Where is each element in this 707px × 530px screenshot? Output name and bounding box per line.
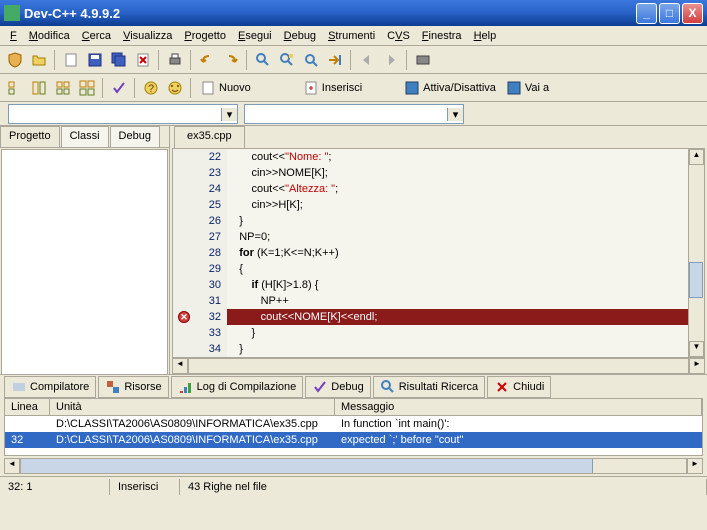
nav-back-icon[interactable] [356,49,378,71]
tab-debug-bottom[interactable]: Debug [305,376,370,398]
view-1-icon[interactable] [4,77,26,99]
dropdown-2[interactable]: ▾ [244,104,464,124]
bottom-horizontal-scrollbar[interactable]: ◄ ► [4,458,703,474]
vai-a-button[interactable]: Vai a [502,78,553,98]
titlebar: Dev-C++ 4.9.9.2 _ □ X [0,0,707,26]
scroll-up-icon[interactable]: ▲ [689,149,704,165]
close-button[interactable]: X [682,3,703,24]
window-title: Dev-C++ 4.9.9.2 [24,6,634,21]
bottom-tabs: Compilatore Risorse Log di Compilazione … [0,374,707,398]
print-icon[interactable] [164,49,186,71]
undo-icon[interactable] [196,49,218,71]
menu-view[interactable]: Visualizza [117,28,178,44]
dropdown-1[interactable]: ▾ [8,104,238,124]
app-icon [4,5,20,21]
shield-icon[interactable] [4,49,26,71]
scroll-left-icon[interactable]: ◄ [172,358,188,374]
col-unita[interactable]: Unità [50,399,335,415]
maximize-button[interactable]: □ [659,3,680,24]
scroll-thumb[interactable] [21,459,593,473]
code-editor[interactable]: cout<<"Nome: "; cin>>NOME[K]; cout<<"Alt… [227,149,688,357]
chevron-down-icon: ▾ [447,108,463,121]
editor-area: ex35.cpp ✕ 22232425262728293031323334 co… [170,126,707,374]
goto-icon[interactable] [324,49,346,71]
find-icon[interactable] [252,49,274,71]
scroll-thumb[interactable] [689,262,703,298]
close-doc-icon[interactable] [132,49,154,71]
menu-cvs[interactable]: CVS [381,28,416,44]
compiler-header: Linea Unità Messaggio [5,399,702,416]
find-again-icon[interactable] [300,49,322,71]
view-2-icon[interactable] [28,77,50,99]
menu-file[interactable]: F [4,28,23,44]
editor-tab-file[interactable]: ex35.cpp [174,126,245,148]
save-icon[interactable] [84,49,106,71]
scroll-right-icon[interactable]: ► [687,458,703,474]
inserisci-button[interactable]: Inserisci [299,78,366,98]
tab-compilatore[interactable]: Compilatore [4,376,96,398]
compiler-output: Linea Unità Messaggio D:\CLASSI\TA2006\A… [4,398,703,456]
col-messaggio[interactable]: Messaggio [335,399,702,415]
error-marker-icon: ✕ [178,311,190,323]
view-4-icon[interactable] [76,77,98,99]
menu-debug[interactable]: Debug [278,28,322,44]
chevron-down-icon: ▾ [221,108,237,121]
tab-chiudi[interactable]: Chiudi [487,376,551,398]
compiler-row[interactable]: D:\CLASSI\TA2006\AS0809\INFORMATICA\ex35… [5,416,702,432]
redo-icon[interactable] [220,49,242,71]
tab-risultati[interactable]: Risultati Ricerca [373,376,485,398]
tab-progetto[interactable]: Progetto [0,126,60,147]
compiler-row[interactable]: 32D:\CLASSI\TA2006\AS0809\INFORMATICA\ex… [5,432,702,448]
dropdowns-row: ▾ ▾ [0,102,707,126]
menubar: F Modifica Cerca Visualizza Progetto Ese… [0,26,707,46]
status-mode: Inserisci [110,479,180,495]
tab-log[interactable]: Log di Compilazione [171,376,304,398]
scroll-down-icon[interactable]: ▼ [689,341,704,357]
toolbar-main [0,46,707,74]
help-icon[interactable]: ? [140,77,162,99]
scroll-left-icon[interactable]: ◄ [4,458,20,474]
nuovo-button[interactable]: Nuovo [196,78,255,98]
replace-icon[interactable] [276,49,298,71]
open-icon[interactable] [28,49,50,71]
menu-window[interactable]: Finestra [416,28,468,44]
line-number-gutter: 22232425262728293031323334 [195,149,227,357]
side-panel: Progetto Classi Debug [0,126,170,374]
minimize-button[interactable]: _ [636,3,657,24]
status-position: 32: 1 [0,479,110,495]
menu-run[interactable]: Esegui [232,28,278,44]
tab-debug-side[interactable]: Debug [110,126,160,147]
status-lines: 43 Righe nel file [180,479,707,495]
about-icon[interactable] [164,77,186,99]
tab-risorse[interactable]: Risorse [98,376,168,398]
toggle-icon[interactable] [412,49,434,71]
scroll-right-icon[interactable]: ► [689,358,705,374]
menu-search[interactable]: Cerca [76,28,117,44]
menu-tools[interactable]: Strumenti [322,28,381,44]
view-3-icon[interactable] [52,77,74,99]
svg-text:?: ? [148,83,154,95]
toolbar-secondary: ? Nuovo Inserisci Attiva/Disattiva Vai a [0,74,707,102]
horizontal-scrollbar[interactable]: ◄ ► [172,358,705,374]
col-linea[interactable]: Linea [5,399,50,415]
menu-help[interactable]: Help [468,28,503,44]
nav-fwd-icon[interactable] [380,49,402,71]
menu-edit[interactable]: Modifica [23,28,76,44]
tab-classi[interactable]: Classi [61,126,109,147]
check-icon[interactable] [108,77,130,99]
save-all-icon[interactable] [108,49,130,71]
statusbar: 32: 1 Inserisci 43 Righe nel file [0,476,707,496]
marker-column: ✕ [173,149,195,357]
attiva-button[interactable]: Attiva/Disattiva [400,78,500,98]
menu-project[interactable]: Progetto [178,28,232,44]
side-content [1,149,168,375]
vertical-scrollbar[interactable]: ▲ ▼ [688,149,704,357]
new-doc-icon[interactable] [60,49,82,71]
